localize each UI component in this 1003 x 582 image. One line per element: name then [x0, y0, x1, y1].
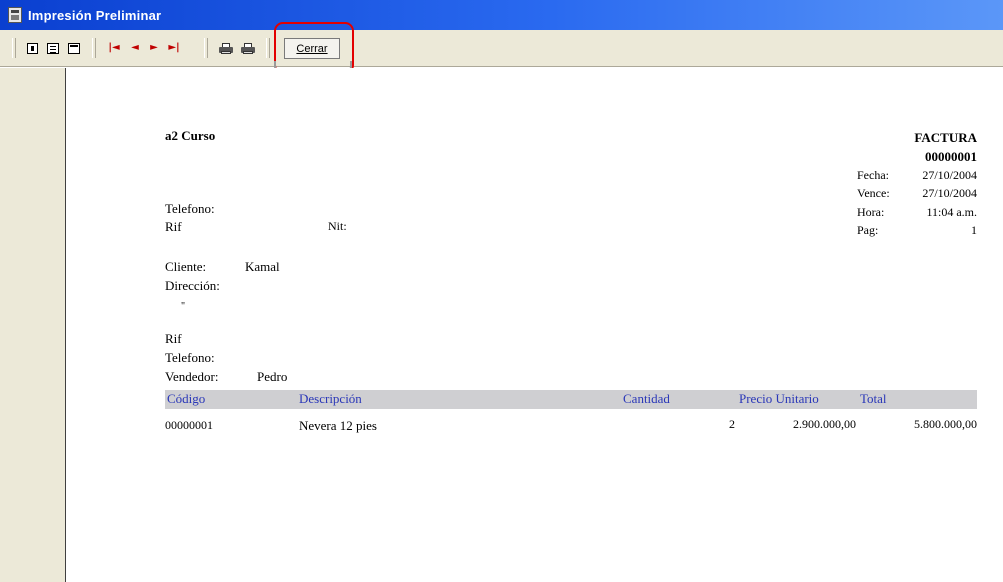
- hora-label: Hora:: [857, 205, 885, 219]
- hora-value: 11:04 a.m.: [926, 205, 977, 219]
- report-page[interactable]: [66, 68, 1003, 582]
- company-rif-label: Rif: [165, 219, 182, 234]
- toolbar-separator: [204, 38, 208, 58]
- row-codigo: 00000001: [165, 418, 213, 432]
- company-name: a2 Curso: [165, 128, 216, 143]
- first-page-icon: |◄: [108, 42, 120, 53]
- pag-value: 1: [971, 223, 977, 237]
- app-icon: [8, 7, 22, 23]
- table-header-row: [165, 390, 977, 409]
- nit-label: Nit:: [328, 219, 347, 233]
- pag-label: Pag:: [857, 223, 879, 237]
- column-header-descripcion: Descripción: [299, 391, 362, 406]
- title-bar: Impresión Preliminar: [0, 0, 1003, 30]
- toolbar-grip: [12, 38, 16, 58]
- two-page-view-button[interactable]: [45, 40, 61, 56]
- cliente-telefono-label: Telefono:: [165, 350, 215, 365]
- column-header-total: Total: [860, 391, 887, 406]
- direccion-label: Dirección:: [165, 278, 220, 293]
- first-page-button[interactable]: |◄: [106, 40, 122, 56]
- vence-label: Vence:: [857, 186, 890, 200]
- row-precio: 2.900.000,00: [793, 417, 856, 431]
- row-total: 5.800.000,00: [914, 417, 977, 431]
- prev-page-icon: ◄: [131, 42, 139, 53]
- close-button[interactable]: Cerrar: [284, 38, 340, 59]
- toolbar-separator: [266, 38, 270, 58]
- cliente-value: Kamal: [245, 259, 280, 274]
- column-header-codigo: Código: [167, 391, 206, 406]
- toolbar-separator: [92, 38, 96, 58]
- print-button[interactable]: [240, 40, 256, 56]
- row-descripcion: Nevera 12 pies: [299, 418, 377, 433]
- multi-page-icon: [47, 42, 59, 54]
- page-width-view-button[interactable]: [66, 40, 82, 56]
- vence-value: 27/10/2004: [922, 186, 977, 200]
- document-number: 00000001: [925, 149, 977, 164]
- print-setup-icon: [219, 42, 233, 54]
- preview-edge: [0, 68, 8, 582]
- last-page-button[interactable]: ►|: [166, 40, 182, 56]
- vendedor-label: Vendedor:: [165, 369, 219, 384]
- single-page-icon: [26, 42, 38, 54]
- toolbar: |◄ ◄ ► ►| Cerrar: [0, 22, 1003, 75]
- direccion-value: ": [181, 301, 186, 312]
- print-setup-button[interactable]: [218, 40, 234, 56]
- fecha-value: 27/10/2004: [922, 168, 977, 182]
- cliente-label: Cliente:: [165, 259, 207, 274]
- column-header-cantidad: Cantidad: [623, 391, 670, 406]
- vendedor-value: Pedro: [257, 369, 288, 384]
- row-cantidad: 2: [729, 417, 735, 431]
- cliente-rif-label: Rif: [165, 331, 182, 346]
- page-width-icon: [68, 42, 80, 54]
- printer-icon: [241, 42, 255, 54]
- document-type: FACTURA: [914, 130, 977, 145]
- prev-page-button[interactable]: ◄: [127, 40, 143, 56]
- next-page-button[interactable]: ►: [146, 40, 162, 56]
- column-header-precio: Precio Unitario: [739, 391, 819, 406]
- company-telefono-label: Telefono:: [165, 201, 215, 216]
- preview-margin: [8, 68, 66, 582]
- fecha-label: Fecha:: [857, 168, 889, 182]
- last-page-icon: ►|: [168, 42, 180, 53]
- window-title: Impresión Preliminar: [28, 7, 162, 23]
- next-page-icon: ►: [150, 42, 158, 53]
- one-page-view-button[interactable]: [24, 40, 40, 56]
